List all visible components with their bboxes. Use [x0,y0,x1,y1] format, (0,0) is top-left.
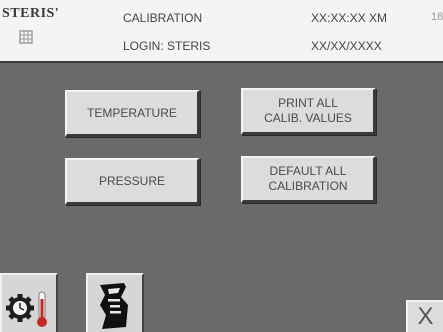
header-bar: STERIS' CALIBRATION LOGIN: STERIS XX:XX:… [0,0,443,63]
login-label: LOGIN: STERIS [123,39,211,53]
default-all-calibration-button[interactable]: DEFAULT ALL CALIBRATION [241,156,376,203]
pressure-button[interactable]: PRESSURE [65,158,200,205]
print-all-calib-values-button[interactable]: PRINT ALL CALIB. VALUES [241,88,376,135]
logo-text: STERIS' [2,6,60,21]
date-display: XX/XX/XXXX [311,39,382,53]
screen-title: CALIBRATION [123,11,203,25]
logo-mark-icon [19,30,33,44]
calibration-tool-button[interactable] [0,273,58,332]
document-icon [100,283,128,329]
gear-thermometer-icon [6,291,47,327]
exit-button[interactable]: X [406,300,443,332]
document-tool-button[interactable] [86,273,144,332]
temperature-button[interactable]: TEMPERATURE [65,90,200,137]
steris-logo: STERIS' [2,6,60,58]
cycle-number: 18 [431,11,443,23]
time-display: XX:XX:XX XM [311,11,388,25]
